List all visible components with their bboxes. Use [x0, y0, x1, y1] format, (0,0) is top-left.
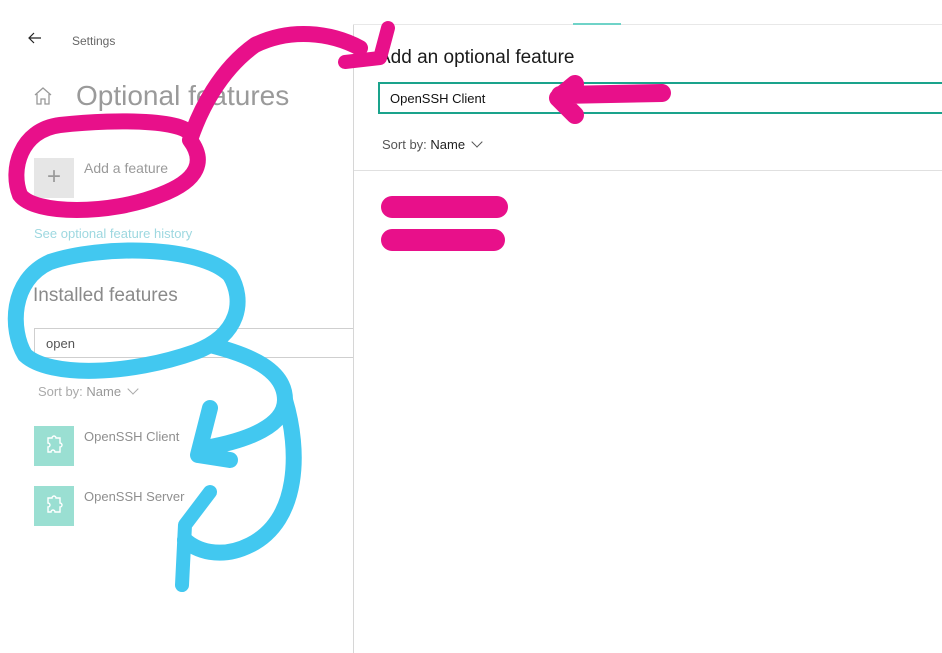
window-title: Settings [72, 34, 116, 48]
dialog-title: Add an optional feature [378, 47, 575, 68]
back-arrow-icon[interactable] [24, 30, 46, 52]
installed-sort-dropdown[interactable]: Sort by: Name [38, 383, 139, 399]
dialog-search-value: OpenSSH Client [390, 91, 486, 106]
add-optional-feature-dialog [353, 24, 942, 653]
puzzle-icon [34, 426, 74, 466]
dialog-search-input[interactable]: OpenSSH Client [378, 82, 942, 114]
plus-icon: + [46, 163, 61, 190]
installed-search-value: open [46, 336, 75, 351]
installed-search-input[interactable]: open [34, 328, 364, 358]
chevron-down-icon [471, 136, 483, 148]
feature-history-link[interactable]: See optional feature history [34, 226, 192, 241]
add-feature-label[interactable]: Add a feature [84, 160, 168, 176]
page-title: Optional features [76, 80, 290, 111]
dialog-sort-dropdown[interactable]: Sort by: Name [382, 136, 483, 152]
dialog-divider [354, 170, 942, 171]
installed-features-heading: Installed features [33, 285, 178, 306]
sort-value: Name [86, 384, 122, 399]
settings-pane: Settings Optional features + Add a featu… [0, 0, 364, 653]
sort-prefix: Sort by: [38, 384, 87, 399]
add-feature-button[interactable]: + [34, 158, 74, 198]
installed-feature-item[interactable]: OpenSSH Client [84, 429, 179, 444]
sort-value: Name [430, 137, 466, 152]
sort-prefix: Sort by: [382, 137, 431, 152]
chevron-down-icon [127, 383, 139, 395]
installed-feature-item[interactable]: OpenSSH Server [84, 489, 184, 504]
dialog-top-border [353, 24, 942, 25]
home-icon [33, 86, 55, 108]
accent-indicator [573, 23, 621, 25]
puzzle-icon [34, 486, 74, 526]
